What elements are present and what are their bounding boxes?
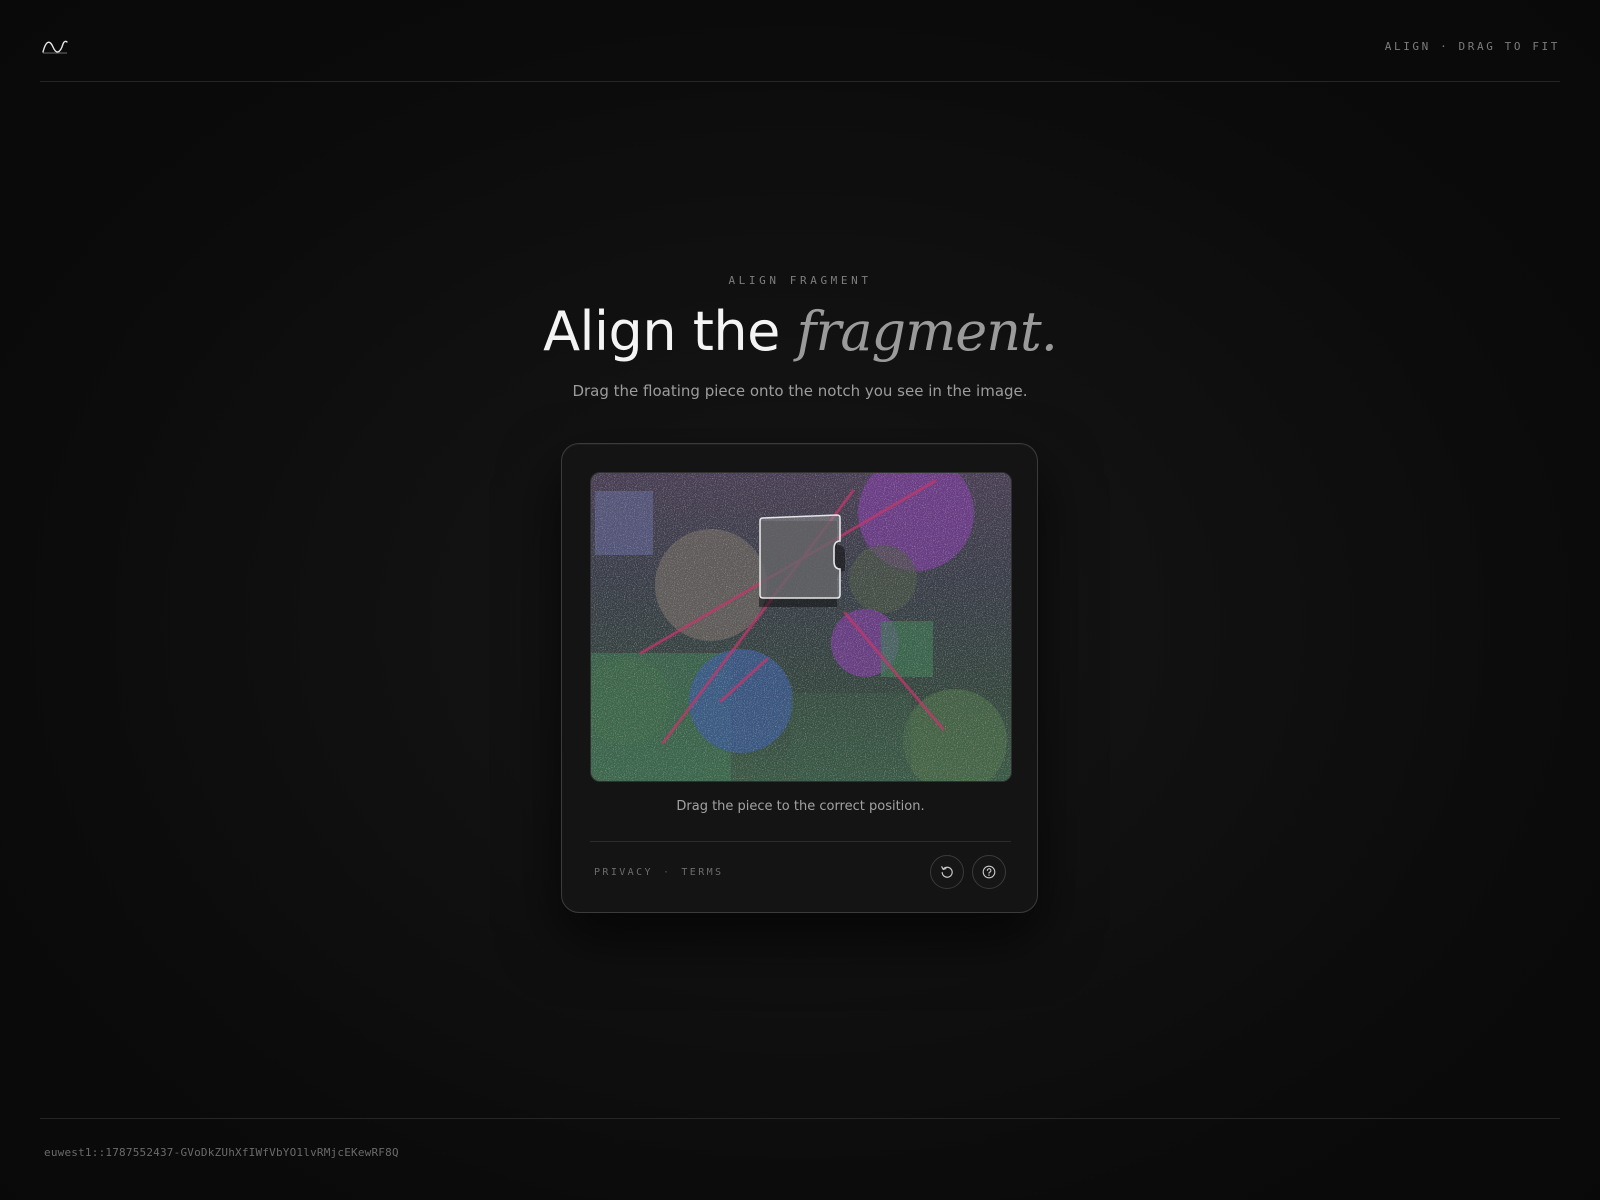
wave-logo-icon [42,40,68,54]
instruction-text: Drag the piece to the correct position. [676,799,925,814]
page-title-plain: Align the [543,300,780,363]
page-subtitle: Drag the floating piece onto the notch y… [572,382,1028,400]
legal-links: PRIVACY · TERMS [594,867,723,878]
header-divider [40,81,1560,82]
session-id: euwest1::1787552437-GVoDkZUhXfIWfVbYO1lv… [44,1146,399,1159]
terms-link[interactable]: TERMS [681,867,723,878]
help-button[interactable] [972,855,1006,889]
logo [42,36,68,56]
link-separator: · [662,867,672,878]
card-divider [590,841,1011,842]
footer-divider [40,1118,1560,1119]
puzzle-image [591,473,1011,781]
help-icon [982,865,996,879]
captcha-card: Drag the piece to the correct position. … [561,443,1038,913]
puzzle-canvas[interactable] [590,472,1012,782]
eyebrow-label: ALIGN FRAGMENT [728,274,872,287]
page-title: Align the fragment. [0,300,1600,364]
page-title-emphasis: fragment. [796,300,1058,363]
refresh-icon [941,866,953,878]
refresh-button[interactable] [930,855,964,889]
puzzle-piece[interactable] [759,514,841,599]
mode-label: ALIGN · DRAG TO FIT [1384,40,1560,53]
privacy-link[interactable]: PRIVACY [594,867,653,878]
